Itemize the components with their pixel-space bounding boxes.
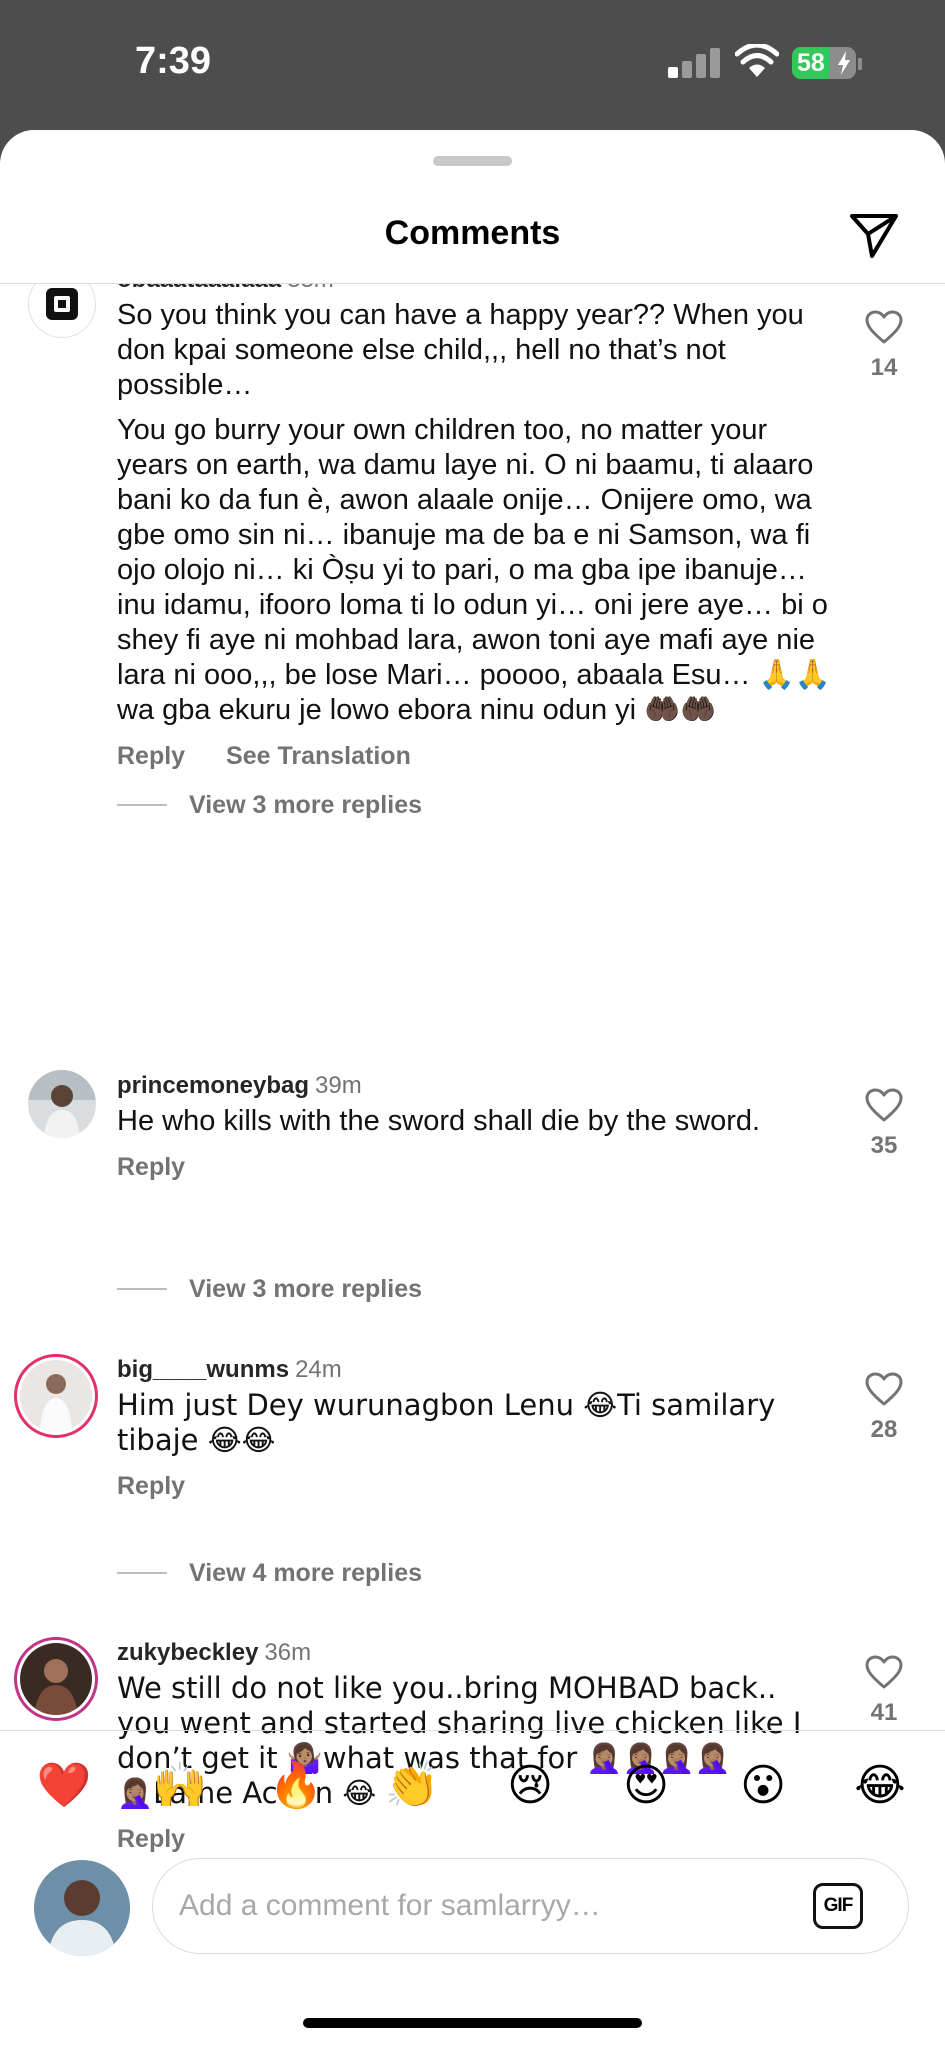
- view-replies-label: View 3 more replies: [189, 790, 422, 819]
- avatar[interactable]: [14, 1637, 98, 1721]
- comment-actions: Reply: [117, 1153, 837, 1182]
- gif-button[interactable]: GIF: [813, 1883, 863, 1929]
- reaction-crying[interactable]: 😢: [502, 1758, 558, 1814]
- battery-icon: 58: [792, 47, 856, 79]
- reaction-clap[interactable]: 👏: [384, 1758, 440, 1814]
- home-indicator: [303, 2018, 642, 2028]
- comment-username[interactable]: big____wunms: [117, 1356, 289, 1383]
- comment-body: big____wunms 24m Him just Dey wurunagbon …: [117, 1354, 837, 1501]
- replies-line: [117, 804, 167, 806]
- comment-body: princemoneybag 39m He who kills with the …: [117, 1070, 837, 1182]
- reaction-raised-hands[interactable]: 🙌: [152, 1758, 208, 1814]
- paper-plane-icon[interactable]: [846, 206, 902, 262]
- avatar[interactable]: [28, 1070, 96, 1138]
- like-button[interactable]: 35: [858, 1088, 910, 1160]
- see-translation-button[interactable]: See Translation: [226, 742, 411, 770]
- reply-button[interactable]: Reply: [117, 1153, 185, 1181]
- comment-time: 33m: [287, 284, 334, 293]
- wifi-icon: [735, 44, 779, 77]
- comment-header: obaaataaalaaa 33m: [117, 284, 837, 296]
- comment-header: big____wunms 24m: [117, 1354, 837, 1386]
- comment-username[interactable]: princemoneybag: [117, 1072, 309, 1099]
- comment-input[interactable]: [179, 1881, 779, 1931]
- sheet-title: Comments: [384, 214, 561, 252]
- comments-sheet: Comments obaaataaalaaa 33m So you think y…: [0, 130, 945, 2048]
- reply-button[interactable]: Reply: [117, 742, 185, 770]
- reaction-laughing[interactable]: 😂: [852, 1758, 908, 1814]
- comment-header: princemoneybag 39m: [117, 1070, 837, 1102]
- comment-time: 36m: [264, 1639, 312, 1666]
- view-replies-label: View 4 more replies: [189, 1558, 422, 1587]
- heart-icon: [865, 310, 903, 344]
- reply-button[interactable]: Reply: [117, 1825, 185, 1853]
- square-logo-icon: [46, 288, 78, 320]
- profile-photo: [34, 1860, 130, 1956]
- battery-nub: [858, 58, 862, 70]
- reaction-heart[interactable]: ❤️: [36, 1758, 92, 1814]
- comment-text: Him just Dey wurunagbon Lenu 😂Ti samilar…: [117, 1388, 785, 1457]
- like-button[interactable]: 28: [858, 1372, 910, 1444]
- comment-username[interactable]: obaaataaalaaa: [117, 284, 281, 293]
- replies-line: [117, 1572, 167, 1574]
- comment-text: So you think you can have a happy year??…: [117, 299, 812, 401]
- comment-body: obaaataaalaaa 33m So you think you can ha…: [117, 284, 837, 771]
- comment-actions: Reply See Translation: [117, 742, 837, 771]
- comment-actions: Reply: [117, 1472, 837, 1501]
- sheet-grabber[interactable]: [433, 156, 512, 166]
- replies-line: [117, 1288, 167, 1290]
- reaction-heart-eyes[interactable]: 😍: [618, 1758, 674, 1814]
- cellular-signal-icon: [668, 48, 720, 78]
- comment-text-continued: You go burry your own children too, no m…: [117, 414, 839, 726]
- heart-icon: [865, 1655, 903, 1689]
- status-bar: 7:39 58: [0, 0, 945, 130]
- comment-time: 24m: [295, 1356, 342, 1383]
- comment-composer: GIF: [152, 1858, 909, 1954]
- like-count: 28: [870, 1416, 898, 1443]
- battery-percent: 58: [797, 49, 825, 77]
- view-more-replies[interactable]: View 3 more replies: [117, 1272, 422, 1306]
- comment-list[interactable]: obaaataaalaaa 33m So you think you can ha…: [0, 284, 945, 1860]
- quick-reactions-bar: ❤️ 🙌 🔥 👏 😢 😍 😮 😂: [0, 1758, 945, 1818]
- view-more-replies[interactable]: View 3 more replies: [117, 788, 422, 822]
- composer-avatar[interactable]: [34, 1860, 130, 1956]
- comment-body: zukybeckley 36m We still do not like you.…: [117, 1637, 837, 1854]
- like-button[interactable]: 14: [858, 310, 910, 382]
- comment-actions: Reply: [117, 1825, 837, 1854]
- profile-photo: [20, 1360, 92, 1432]
- comment-time: 39m: [315, 1072, 362, 1099]
- heart-icon: [865, 1088, 903, 1122]
- composer-divider: [0, 1730, 945, 1731]
- avatar[interactable]: [14, 1354, 98, 1438]
- reply-button[interactable]: Reply: [117, 1472, 185, 1500]
- like-count: 35: [870, 1132, 898, 1159]
- reaction-fire[interactable]: 🔥: [268, 1758, 324, 1814]
- comment-header: zukybeckley 36m: [117, 1637, 837, 1669]
- like-count: 41: [870, 1699, 898, 1726]
- like-count: 14: [870, 354, 898, 381]
- profile-photo: [20, 1643, 92, 1715]
- avatar[interactable]: [28, 284, 96, 338]
- profile-photo: [28, 1070, 96, 1138]
- comment-username[interactable]: zukybeckley: [117, 1639, 258, 1666]
- view-replies-label: View 3 more replies: [189, 1274, 422, 1303]
- view-more-replies[interactable]: View 4 more replies: [117, 1556, 422, 1590]
- status-time: 7:39: [135, 40, 212, 82]
- comment-text: He who kills with the sword shall die by…: [117, 1105, 761, 1137]
- reaction-surprised[interactable]: 😮: [735, 1758, 791, 1814]
- charging-bolt-icon: [838, 51, 850, 75]
- like-button[interactable]: 41: [858, 1655, 910, 1727]
- heart-icon: [865, 1372, 903, 1406]
